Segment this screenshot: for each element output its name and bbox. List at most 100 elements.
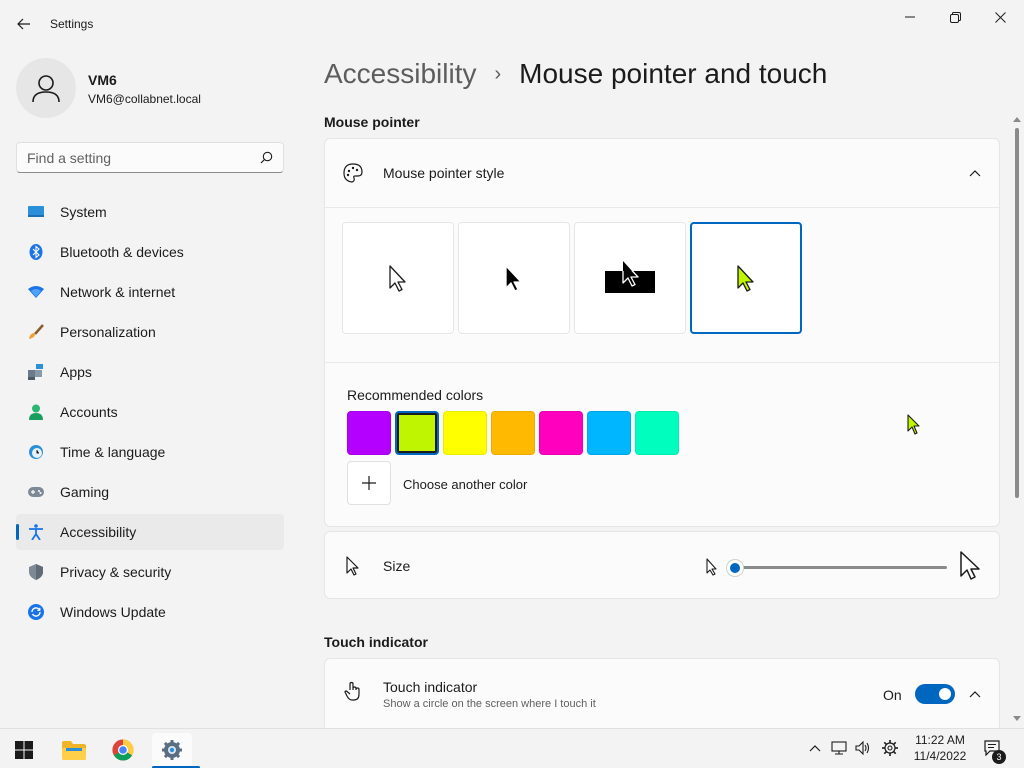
sidebar-item-label: Bluetooth & devices [60,244,184,260]
sidebar-item-label: Privacy & security [60,564,172,580]
sidebar-item-accounts[interactable]: Accounts [16,394,284,430]
choose-color-button[interactable] [347,461,391,505]
scroll-up-icon[interactable] [1013,116,1021,122]
pointer-style-black[interactable] [458,222,570,334]
chevron-up-icon[interactable] [967,686,983,702]
taskbar-chrome[interactable] [103,733,143,767]
small-pointer-icon [706,558,717,576]
pointer-style-white[interactable] [342,222,454,334]
sidebar-item-gaming[interactable]: Gaming [16,474,284,510]
clock-time: 11:22 AM [915,733,965,747]
size-label: Size [383,558,411,574]
profile-email: VM6@collabnet.local [88,92,201,106]
taskbar-settings[interactable] [152,733,200,768]
back-button[interactable] [12,12,36,36]
start-button[interactable] [4,733,44,767]
accounts-icon [28,404,44,420]
minimize-icon [905,16,915,18]
color-swatch[interactable] [491,411,535,455]
divider [325,362,999,363]
sidebar-item-accessibility[interactable]: Accessibility [16,514,284,550]
choose-color-label[interactable]: Choose another color [403,477,527,492]
scrollbar[interactable] [1012,116,1022,728]
pointer-icon [343,556,363,576]
sidebar-item-label: Apps [60,364,92,380]
breadcrumb-parent[interactable]: Accessibility [324,58,476,90]
large-pointer-icon [960,551,980,580]
sidebar-item-windows-update[interactable]: Windows Update [16,594,284,630]
settings-gear-icon [162,740,182,760]
pointer-style-inverted[interactable] [574,222,686,334]
time-icon [28,444,44,460]
accessibility-icon [28,524,44,540]
clock-date: 11/4/2022 [913,749,967,763]
color-swatch[interactable] [635,411,679,455]
divider [325,207,999,208]
white-pointer-icon [389,265,406,292]
pointer-style-custom[interactable] [690,222,802,334]
touch-indicator-card: Touch indicator Show a circle on the scr… [324,658,1000,728]
section-title-mouse-pointer: Mouse pointer [324,114,420,130]
black-pointer-icon [505,265,522,292]
taskbar-file-explorer[interactable] [54,733,94,767]
sidebar-item-label: System [60,204,107,220]
sidebar-item-label: Windows Update [60,604,166,620]
mouse-pointer-style-header[interactable]: Mouse pointer style [325,139,999,207]
toggle-state-label: On [883,687,902,703]
recommended-colors-label: Recommended colors [347,387,484,403]
folder-icon [62,741,86,760]
palette-icon [343,163,363,183]
chevron-up-icon[interactable] [806,739,824,757]
maximize-button[interactable] [933,4,977,30]
gear-icon[interactable] [881,739,899,757]
volume-icon[interactable] [854,739,872,757]
touch-indicator-row[interactable]: Touch indicator Show a circle on the scr… [325,659,999,727]
touch-indicator-description: Show a circle on the screen where I touc… [383,698,596,710]
sidebar-item-label: Personalization [60,324,156,340]
sidebar-item-system[interactable]: System [16,194,284,230]
network-icon [28,284,44,300]
sidebar-item-network[interactable]: Network & internet [16,274,284,310]
sidebar-item-label: Time & language [60,444,166,460]
avatar[interactable] [16,58,76,118]
sidebar-item-bluetooth[interactable]: Bluetooth & devices [16,234,284,270]
touch-indicator-toggle[interactable] [915,684,955,704]
scroll-down-icon[interactable] [1013,716,1021,722]
color-swatch[interactable] [443,411,487,455]
scroll-thumb[interactable] [1015,128,1019,498]
breadcrumb: Accessibility › Mouse pointer and touch [324,58,827,90]
custom-pointer-icon [737,265,754,292]
size-slider[interactable] [726,559,947,577]
close-icon [994,11,1006,23]
color-swatch[interactable] [539,411,583,455]
size-slider-thumb[interactable] [726,559,744,577]
sidebar-item-apps[interactable]: Apps [16,354,284,390]
sidebar-item-label: Accessibility [60,524,137,540]
mouse-pointer-style-label: Mouse pointer style [383,165,505,181]
search-box[interactable] [16,142,284,173]
shield-icon [28,564,44,580]
chrome-icon [112,739,134,761]
minimize-button[interactable] [888,4,932,30]
color-swatch[interactable] [587,411,631,455]
sidebar-item-time-language[interactable]: Time & language [16,434,284,470]
update-icon [28,604,44,620]
sidebar-item-label: Accounts [60,404,118,420]
sidebar-item-personalization[interactable]: Personalization [16,314,284,350]
network-tray-icon[interactable] [830,739,848,757]
search-input[interactable] [27,149,247,167]
mouse-cursor-icon [907,414,920,435]
mouse-pointer-style-card: Mouse pointer style Recommended colors C… [324,138,1000,527]
sidebar-item-privacy-security[interactable]: Privacy & security [16,554,284,590]
app-title: Settings [50,17,94,31]
touch-hand-icon [343,681,363,701]
gaming-icon [28,484,44,500]
chevron-up-icon[interactable] [967,165,983,181]
page-title: Mouse pointer and touch [519,58,828,89]
clock[interactable]: 11:22 AM 11/4/2022 [910,733,970,763]
color-swatch[interactable] [347,411,391,455]
close-button[interactable] [978,4,1022,30]
system-icon [28,204,44,220]
color-swatch[interactable] [395,411,439,455]
notification-count-badge: 3 [992,750,1006,764]
